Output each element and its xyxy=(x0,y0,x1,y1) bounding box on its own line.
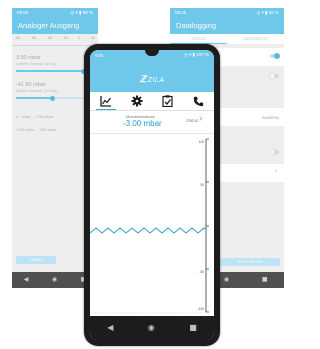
pressure-chart: 100 50 0 -50 -100 xyxy=(90,138,209,314)
back-icon[interactable]: ◀ xyxy=(107,324,113,332)
scale-tick: -00 xyxy=(15,36,21,40)
chevron-right-icon[interactable]: › xyxy=(275,168,277,175)
recents-icon[interactable]: ■ xyxy=(262,277,268,283)
status-link[interactable]: Status xyxy=(186,118,198,123)
home-icon[interactable]: ◉ xyxy=(224,277,229,283)
axis-label: 50 xyxy=(200,183,204,187)
left-scale: -00 -60 -40 -20 0 20 xyxy=(12,34,98,46)
front-navigation-bar: ◀ ◉ ■ xyxy=(90,316,214,340)
left-status-icons: ◎ ▾ ▮ 98 % xyxy=(70,9,93,15)
toggle-switch[interactable] xyxy=(269,149,279,155)
zila-logo: ℤZILA xyxy=(90,74,214,85)
right-status-bar: 09:35 ◎ ▾ ▮ 98 % xyxy=(170,8,284,17)
front-status-time: 9:51 xyxy=(95,52,104,58)
read-button[interactable]: LESEN xyxy=(16,256,56,264)
right-status-time: 09:35 xyxy=(175,10,187,15)
front-toolbar xyxy=(90,92,214,111)
toggle-knob xyxy=(274,53,280,59)
scale-tick: 0 xyxy=(78,36,81,40)
start-button[interactable]: SES STARTEN xyxy=(220,258,280,266)
scale-tick: -40 xyxy=(46,36,52,40)
change-button[interactable]: ÄNDERN xyxy=(262,115,279,120)
chevron-right-icon[interactable]: › xyxy=(199,114,202,124)
left-header: 09:55 ◎ ▾ ▮ 98 % Analoger Ausgang xyxy=(12,8,98,34)
slider-knob[interactable] xyxy=(50,95,56,101)
scale-tick: -20 xyxy=(62,36,68,40)
back-icon[interactable]: ◀ xyxy=(24,277,29,283)
home-icon[interactable]: ◉ xyxy=(148,324,155,332)
toggle-switch[interactable] xyxy=(270,53,280,59)
front-status-icons: ◎ ▾ ▮ 100 % xyxy=(183,52,209,57)
left-app-title: Analoger Ausgang xyxy=(18,21,80,30)
settings-gear-icon[interactable] xyxy=(130,95,144,107)
scale-tick: -60 xyxy=(30,36,36,40)
pressure-trace xyxy=(90,227,207,234)
front-phone-screen: 9:51 ◎ ▾ ▮ 100 % ℤZILA Momentandruck -3.… xyxy=(90,50,214,340)
slider-fill xyxy=(16,70,84,72)
toggle-knob xyxy=(269,149,275,155)
left-status-bar: 09:55 ◎ ▾ ▮ 98 % xyxy=(12,8,98,17)
front-phone: 9:51 ◎ ▾ ▮ 100 % ℤZILA Momentandruck -3.… xyxy=(84,44,220,346)
output2-slider[interactable] xyxy=(16,95,94,101)
logo-mark: ℤ xyxy=(139,74,147,84)
phone-call-icon[interactable] xyxy=(192,95,206,107)
right-status-icons: ◎ ▾ ▮ 98 % xyxy=(256,9,279,15)
slider-fill xyxy=(16,97,52,99)
toggle-knob xyxy=(269,73,275,79)
right-app-title: Datalogging xyxy=(176,21,217,30)
measurement-panel: Momentandruck -3.00 mbar Status › xyxy=(90,111,214,134)
front-header: 9:51 ◎ ▾ ▮ 100 % ℤZILA xyxy=(90,50,214,111)
right-tabs: STATUS DATENSÄTZE xyxy=(170,34,284,44)
measure-value: -3.00 mbar xyxy=(123,119,162,128)
recents-icon[interactable]: ■ xyxy=(189,324,197,332)
axis-label: -100 xyxy=(198,307,205,311)
output1-slider[interactable] xyxy=(16,68,94,74)
toggle-switch[interactable] xyxy=(269,73,279,79)
chart-icon[interactable] xyxy=(95,95,116,110)
axis-label: 100 xyxy=(199,140,205,144)
tab-data-records[interactable]: DATENSÄTZE xyxy=(227,34,284,44)
axis-label: -50 xyxy=(199,270,204,274)
left-status-time: 09:55 xyxy=(17,10,29,15)
logo-text: ZILA xyxy=(147,77,165,84)
clipboard-check-icon[interactable] xyxy=(161,95,175,107)
right-header: 09:35 ◎ ▾ ▮ 98 % Datalogging xyxy=(170,8,284,34)
tab-status[interactable]: STATUS xyxy=(170,34,227,44)
home-icon[interactable]: ◉ xyxy=(52,277,57,283)
